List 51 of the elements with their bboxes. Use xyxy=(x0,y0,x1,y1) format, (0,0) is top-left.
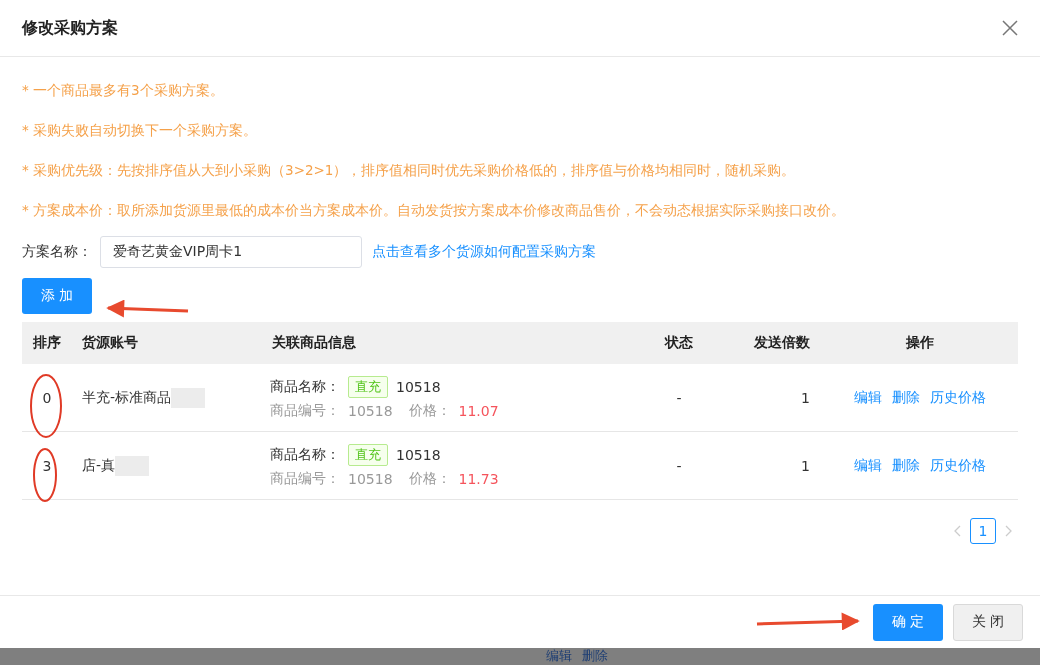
tag: 直充 xyxy=(348,375,388,398)
field-label: 方案名称： xyxy=(22,243,92,261)
table-cell: 10518 xyxy=(396,378,441,395)
field-label: 商品名称： xyxy=(270,445,340,464)
column-header: 排序 xyxy=(32,334,62,352)
table-cell-text: 1 xyxy=(800,389,811,406)
background-link[interactable]: 删除 xyxy=(582,648,608,664)
table-cell-text: - xyxy=(675,457,683,474)
table-cell: 半充-标准商品 xyxy=(82,388,172,407)
close-button[interactable]: 关 闭 xyxy=(953,603,1023,641)
action-link[interactable]: 历史价格 xyxy=(930,388,986,407)
notice-text: * 采购优先级：先按排序值从大到小采购（3>2>1），排序值相同时优先采购价格低的，排序值与价格均相同时，随机采购。 xyxy=(22,161,797,180)
table-cell: 10518 xyxy=(348,470,393,487)
table-cell: 10518 xyxy=(396,446,441,463)
price-text: 11.07 xyxy=(458,402,499,419)
add-button[interactable]: 添 加 xyxy=(22,278,92,314)
table-cell: 10518 xyxy=(348,402,393,419)
dialog-title: 修改采购方案 xyxy=(22,17,118,39)
field-label: 商品编号： xyxy=(270,401,340,420)
page-button[interactable]: 1 xyxy=(970,518,996,544)
table-cell-text: - xyxy=(675,389,683,406)
table-cell-text: 3 xyxy=(41,457,53,474)
action-link[interactable]: 历史价格 xyxy=(930,456,986,475)
action-link[interactable]: 编辑 xyxy=(854,456,882,475)
notice-text: * 一个商品最多有3个采购方案。 xyxy=(22,81,225,100)
notice-text: * 采购失败自动切换下一个采购方案。 xyxy=(22,121,259,140)
column-header: 货源账号 xyxy=(81,334,139,352)
confirm-button[interactable]: 确 定 xyxy=(873,603,943,641)
notice-text: * 方案成本价：取所添加货源里最低的成本价当方案成本价。自动发货按方案成本价修改商品售价，不会动态根据实际采购接口改价。 xyxy=(22,201,847,220)
annotation-oval xyxy=(33,448,57,502)
help-link[interactable]: 点击查看多个货源如何配置采购方案 xyxy=(372,243,596,261)
action-link[interactable]: 删除 xyxy=(892,456,920,475)
annotation-oval xyxy=(30,374,62,438)
table-cell: 店-真 xyxy=(82,456,116,475)
action-link[interactable]: 删除 xyxy=(892,388,920,407)
field-label: 商品编号： xyxy=(270,469,340,488)
field-label: 价格： xyxy=(408,401,451,420)
tag: 直充 xyxy=(348,443,388,466)
background-link[interactable]: 编辑 xyxy=(546,648,572,664)
plan-name-field[interactable]: 爱奇艺黄金VIP周卡1 xyxy=(100,236,362,268)
table-cell-text: 0 xyxy=(41,389,53,406)
column-header: 操作 xyxy=(905,334,935,352)
field-label: 价格： xyxy=(408,469,451,488)
field-label: 商品名称： xyxy=(270,377,340,396)
action-link[interactable]: 编辑 xyxy=(854,388,882,407)
close-icon[interactable] xyxy=(1002,20,1018,36)
column-header: 状态 xyxy=(663,334,694,352)
column-header: 关联商品信息 xyxy=(271,334,357,352)
price-text: 11.73 xyxy=(458,470,499,487)
table-cell-text: 1 xyxy=(800,457,811,474)
column-header: 发送倍数 xyxy=(753,334,811,352)
